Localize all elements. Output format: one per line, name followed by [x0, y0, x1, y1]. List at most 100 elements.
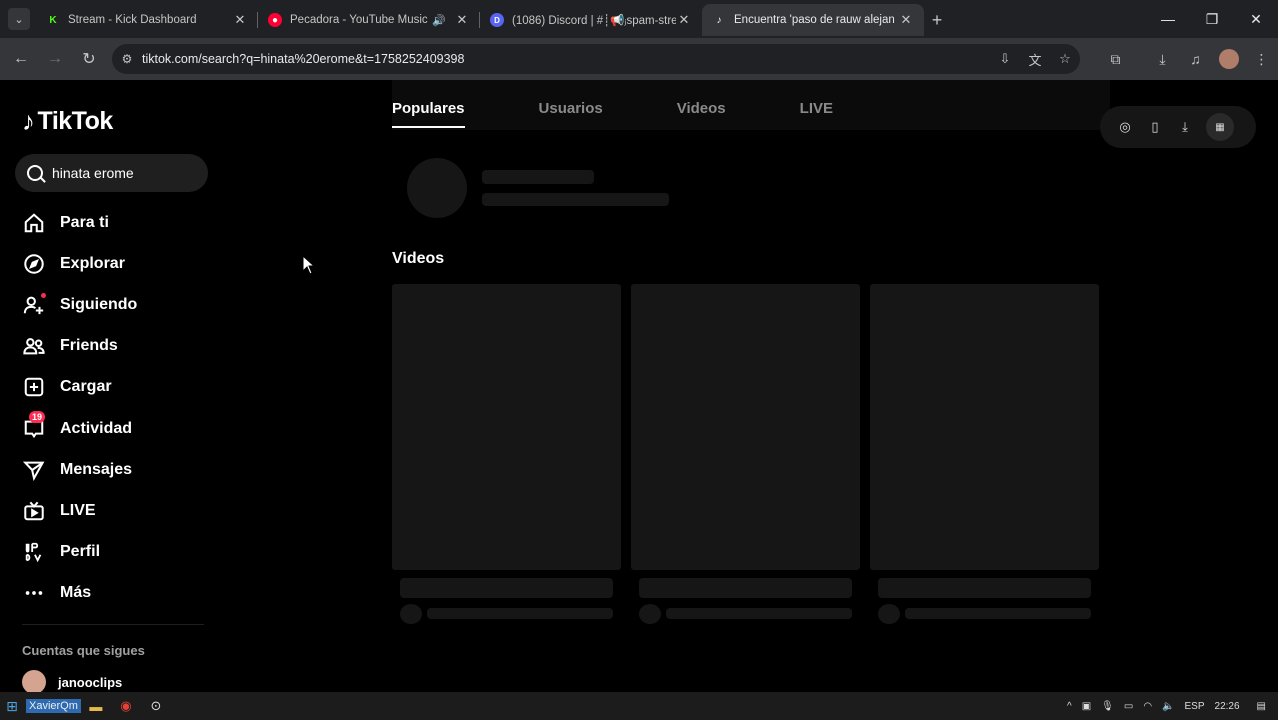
tab-title: Encuentra 'paso de rauw alejan [734, 14, 895, 26]
folder-icon[interactable]: ▬ [81, 692, 111, 720]
tab-populares[interactable]: Populares [392, 80, 465, 130]
sidebar-item-siguiendo[interactable]: Siguiendo [22, 284, 137, 325]
nav-label: Actividad [60, 419, 133, 437]
profile-avatar[interactable] [1212, 42, 1245, 76]
nav-label: Mensajes [60, 460, 133, 478]
windows-start-icon[interactable]: ⊞ [0, 692, 24, 720]
browser-toolbar: ← → ↻ ⚙ tiktok.com/search?q=hinata%20ero… [0, 38, 1278, 80]
clock[interactable]: 22:26 [1210, 701, 1245, 712]
tab-usuarios[interactable]: Usuarios [539, 80, 603, 130]
microphone-icon[interactable]: 🎙 [1096, 701, 1119, 712]
sidebar-item-friends[interactable]: Friends [22, 326, 137, 367]
video-card-placeholder [392, 284, 621, 570]
video-title-placeholder [639, 578, 852, 598]
author-avatar-placeholder [400, 604, 422, 624]
app-icon[interactable]: ⊙ [141, 692, 171, 720]
tab-list: K Stream - Kick Dashboard ✕ ● Pecadora -… [36, 4, 950, 36]
tab-tiktok[interactable]: ♪ Encuentra 'paso de rauw alejan ✕ [702, 4, 924, 36]
menu-icon[interactable]: ⋮ [1245, 42, 1278, 76]
chevron-up-icon[interactable]: ^ [1062, 701, 1077, 712]
following-account-item[interactable]: janooclips [22, 670, 122, 694]
close-icon[interactable]: ✕ [898, 12, 914, 28]
sidebar-item-mas[interactable]: Más [22, 573, 137, 614]
logo-text: TikTok [37, 107, 114, 135]
site-info-icon[interactable]: ⚙ [112, 52, 142, 66]
tab-title: Pecadora - YouTube Music [290, 14, 428, 26]
nav-label: Explorar [60, 254, 125, 272]
tab-live[interactable]: LIVE [800, 80, 833, 130]
media-controls-icon[interactable]: ♫ [1179, 42, 1212, 76]
close-icon[interactable]: ✕ [454, 12, 470, 28]
extensions-icon[interactable]: ⧉ [1099, 42, 1132, 76]
back-icon[interactable]: ← [4, 42, 38, 76]
kick-logo-icon: K [49, 14, 57, 26]
speaker-icon[interactable]: 🔊 [432, 14, 446, 27]
tiktok-note-icon: ♪ [22, 106, 35, 136]
volume-icon[interactable]: 🔈 [1157, 701, 1179, 712]
coin-icon[interactable]: ◎ [1110, 112, 1140, 142]
downloads-icon[interactable]: ⤓ [1146, 42, 1179, 76]
messages-icon [22, 458, 46, 482]
browser-tab-strip: ⌄ K Stream - Kick Dashboard ✕ ● Pecadora… [0, 0, 1278, 38]
author-name-placeholder [666, 608, 852, 619]
wifi-icon[interactable]: ◠ [1138, 701, 1157, 712]
author-name-placeholder [427, 608, 613, 619]
videos-heading: Videos [392, 250, 445, 267]
url-text: tiktok.com/search?q=hinata%20erome&t=175… [142, 52, 465, 66]
sidebar-item-mensajes[interactable]: Mensajes [22, 449, 137, 490]
download-app-icon[interactable]: ⤓ [1170, 112, 1200, 142]
avatar[interactable]: ▦ [1206, 113, 1234, 141]
tab-search-button[interactable]: ⌄ [8, 8, 30, 30]
sidebar-item-explorar[interactable]: Explorar [22, 243, 137, 284]
activity-icon: 19 [22, 410, 46, 441]
tiktok-logo[interactable]: ♪ TikTok [22, 106, 113, 137]
meet-icon[interactable]: ▣ [1077, 701, 1096, 712]
tab-youtube-music[interactable]: ● Pecadora - YouTube Music 🔊 ✕ [258, 4, 480, 36]
sidebar-divider [22, 624, 204, 625]
address-bar[interactable]: ⚙ tiktok.com/search?q=hinata%20erome&t=1… [112, 44, 1080, 74]
close-icon[interactable]: ✕ [232, 12, 248, 28]
author-avatar-placeholder [878, 604, 900, 624]
new-tab-button[interactable]: + [924, 4, 950, 36]
install-app-icon[interactable]: ⇩ [990, 51, 1020, 67]
bookmark-star-icon[interactable]: ☆ [1050, 51, 1080, 67]
os-taskbar: ⊞ XavierQm ▬ ◉ ⊙ ^ ▣ 🎙 ▭ ◠ 🔈 ESP 22:26 ▤ [0, 692, 1278, 720]
taskbar-user-label: XavierQm [26, 699, 81, 713]
language-indicator[interactable]: ESP [1180, 701, 1210, 712]
sidebar-item-cargar[interactable]: Cargar [22, 367, 137, 408]
tab-discord[interactable]: D (1086) Discord | #┊📢ⱼspam-stre ✕ [480, 4, 702, 36]
live-icon [22, 499, 46, 523]
search-icon[interactable] [27, 165, 43, 181]
translate-icon[interactable]: 文 [1020, 50, 1050, 69]
minimize-icon[interactable]: — [1146, 0, 1190, 38]
forward-icon[interactable]: → [38, 42, 72, 76]
tab-kick[interactable]: K Stream - Kick Dashboard ✕ [36, 4, 258, 36]
mouse-cursor-icon [302, 255, 316, 275]
browser-actions: ⧉ ⤓ ♫ ⋮ [1099, 42, 1278, 76]
search-result-tabs: Populares Usuarios Videos LIVE [392, 80, 1110, 130]
following-section-title: Cuentas que sigues [22, 643, 145, 658]
close-window-icon[interactable]: ✕ [1234, 0, 1278, 38]
account-name: janooclips [58, 674, 123, 690]
compass-icon [22, 252, 46, 276]
video-title-placeholder [400, 578, 613, 598]
phone-icon[interactable]: ▯ [1140, 112, 1170, 142]
sidebar-item-live[interactable]: LIVE [22, 490, 137, 531]
search-box[interactable] [15, 154, 208, 192]
battery-icon[interactable]: ▭ [1119, 701, 1138, 712]
tab-videos[interactable]: Videos [677, 80, 726, 130]
notifications-icon[interactable]: ▤ [1245, 701, 1278, 712]
chrome-icon[interactable]: ◉ [111, 692, 141, 720]
sidebar-item-para-ti[interactable]: Para ti [22, 202, 137, 243]
notification-dot [41, 292, 46, 298]
sidebar-item-perfil[interactable]: Perfil [22, 532, 137, 573]
restore-icon[interactable]: ❐ [1190, 0, 1234, 38]
activity-badge: 19 [29, 410, 46, 423]
reload-icon[interactable]: ↻ [72, 42, 106, 76]
youtube-music-icon: ● [268, 13, 282, 27]
sidebar-item-actividad[interactable]: 19 Actividad [22, 408, 137, 449]
close-icon[interactable]: ✕ [676, 12, 692, 28]
tiktok-page: ♪ TikTok Para ti Explorar Siguiendo [0, 80, 1278, 694]
search-input[interactable] [52, 165, 192, 181]
following-icon [22, 292, 46, 317]
